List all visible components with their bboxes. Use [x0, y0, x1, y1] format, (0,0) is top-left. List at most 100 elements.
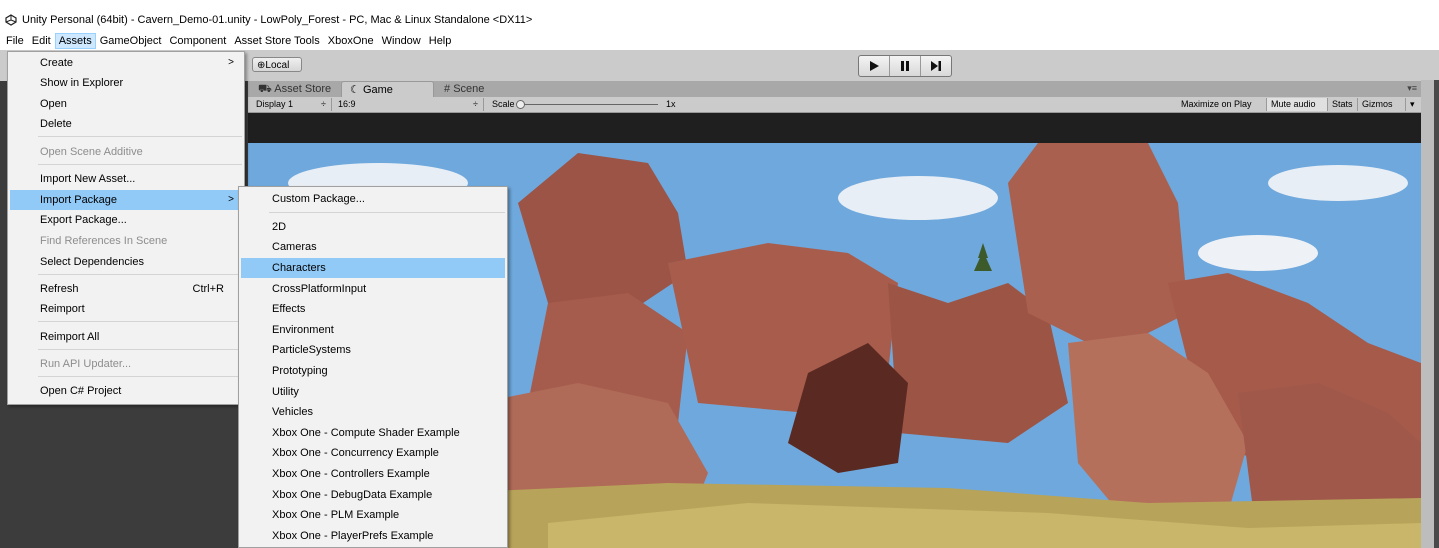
menu-item-utility[interactable]: Utility — [241, 382, 505, 402]
menu-item-label: Xbox One - Compute Shader Example — [272, 427, 460, 439]
menu-item-label: ParticleSystems — [272, 344, 351, 356]
menu-component[interactable]: Component — [165, 33, 230, 49]
display-dropdown[interactable]: Display 1 ÷ — [252, 98, 332, 111]
menu-item-xbox-plm[interactable]: Xbox One - PLM Example — [241, 505, 505, 525]
play-icon — [870, 61, 879, 71]
display-value: Display 1 — [256, 99, 294, 109]
menu-item-label: Xbox One - DebugData Example — [272, 489, 433, 501]
menu-bar: File Edit Assets GameObject Component As… — [0, 32, 1439, 50]
menu-item-import-package[interactable]: Import Package > — [10, 190, 242, 210]
play-button[interactable] — [859, 56, 890, 76]
menu-item-reimport[interactable]: Reimport — [10, 299, 242, 319]
step-icon — [931, 61, 941, 71]
window-title: Unity Personal (64bit) - Cavern_Demo-01.… — [22, 14, 533, 26]
menu-separator — [269, 212, 505, 213]
submenu-arrow-icon: > — [228, 57, 234, 68]
shortcut-label: Ctrl+R — [192, 283, 224, 295]
menu-item-xbox-compute-shader[interactable]: Xbox One - Compute Shader Example — [241, 423, 505, 443]
menu-item-xbox-debugdata[interactable]: Xbox One - DebugData Example — [241, 485, 505, 505]
local-toggle-button[interactable]: ⊕Local — [252, 57, 302, 72]
menu-item-label: 2D — [272, 221, 287, 233]
menu-item-label: Environment — [272, 324, 334, 336]
menu-item-xbox-playerprefs[interactable]: Xbox One - PlayerPrefs Example — [241, 526, 505, 546]
gizmos-dropdown-icon[interactable]: ▾ — [1406, 98, 1418, 111]
menu-item-prototyping[interactable]: Prototyping — [241, 361, 505, 381]
menu-item-crossplatforminput[interactable]: CrossPlatformInput — [241, 279, 505, 299]
menu-item-label: Refresh — [40, 283, 79, 295]
menu-item-label: Xbox One - Concurrency Example — [272, 447, 439, 459]
playback-controls — [858, 55, 952, 77]
menu-item-label: Xbox One - PLM Example — [272, 509, 400, 521]
menu-item-label: Open Scene Additive — [40, 146, 143, 158]
tab-asset-store[interactable]: ⛟ Asset Store — [250, 81, 342, 97]
menu-item-import-new-asset[interactable]: Import New Asset... — [10, 169, 242, 189]
menu-item-delete[interactable]: Delete — [10, 114, 242, 134]
menu-item-label: Create — [40, 57, 74, 69]
menu-item-label: Utility — [272, 386, 299, 398]
menu-item-label: Run API Updater... — [40, 358, 132, 370]
menu-item-particlesystems[interactable]: ParticleSystems — [241, 340, 505, 360]
menu-item-custom-package[interactable]: Custom Package... — [241, 189, 505, 209]
menu-help[interactable]: Help — [425, 33, 456, 49]
menu-item-export-package[interactable]: Export Package... — [10, 210, 242, 230]
menu-window[interactable]: Window — [378, 33, 425, 49]
menu-item-find-references: Find References In Scene — [10, 231, 242, 251]
menu-item-label: Prototyping — [272, 365, 328, 377]
maximize-on-play-toggle[interactable]: Maximize on Play — [1177, 98, 1267, 111]
menu-item-label: Show in Explorer — [40, 77, 124, 89]
menu-assets[interactable]: Assets — [54, 33, 96, 49]
menu-edit[interactable]: Edit — [28, 33, 55, 49]
menu-item-vehicles[interactable]: Vehicles — [241, 402, 505, 422]
menu-item-refresh[interactable]: Refresh Ctrl+R — [10, 279, 242, 299]
menu-asset-store-tools[interactable]: Asset Store Tools — [230, 33, 323, 49]
menu-item-label: Find References In Scene — [40, 235, 168, 247]
cart-icon: ⛟ — [258, 83, 272, 95]
step-button[interactable] — [921, 56, 951, 76]
menu-item-label: CrossPlatformInput — [272, 283, 367, 295]
menu-item-effects[interactable]: Effects — [241, 299, 505, 319]
menu-item-open[interactable]: Open — [10, 94, 242, 114]
menu-item-open-csharp-project[interactable]: Open C# Project — [10, 381, 242, 401]
scale-value: 1x — [666, 99, 676, 109]
import-package-submenu: Custom Package... 2D Cameras Characters … — [238, 186, 508, 548]
gizmos-toggle[interactable]: Gizmos — [1358, 98, 1406, 111]
menu-item-2d[interactable]: 2D — [241, 217, 505, 237]
menu-item-label: Cameras — [272, 241, 317, 253]
menu-item-environment[interactable]: Environment — [241, 320, 505, 340]
local-label: Local — [265, 60, 290, 71]
menu-item-reimport-all[interactable]: Reimport All — [10, 327, 242, 347]
menu-item-xbox-controllers[interactable]: Xbox One - Controllers Example — [241, 464, 505, 484]
scale-slider-handle[interactable] — [516, 100, 525, 109]
scene-grid-icon: # — [444, 83, 451, 95]
right-panel-edge — [1434, 80, 1439, 548]
aspect-dropdown[interactable]: 16:9 ÷ — [334, 98, 484, 111]
menu-item-create[interactable]: Create > — [10, 53, 242, 73]
scale-slider-track[interactable] — [518, 104, 658, 105]
tab-options-icon[interactable]: ▾≡ — [1407, 83, 1417, 94]
stats-toggle[interactable]: Stats — [1328, 98, 1358, 111]
title-bar: Unity Personal (64bit) - Cavern_Demo-01.… — [0, 0, 1439, 32]
pause-icon — [901, 61, 909, 71]
menu-gameobject[interactable]: GameObject — [96, 33, 166, 49]
menu-item-characters[interactable]: Characters — [241, 258, 505, 278]
menu-item-label: Open — [40, 98, 67, 110]
menu-item-xbox-concurrency[interactable]: Xbox One - Concurrency Example — [241, 443, 505, 463]
menu-xboxone[interactable]: XboxOne — [324, 33, 378, 49]
menu-item-show-in-explorer[interactable]: Show in Explorer — [10, 73, 242, 93]
tab-scene-label: Scene — [453, 83, 485, 95]
menu-file[interactable]: File — [2, 33, 28, 49]
tab-asset-store-label: Asset Store — [274, 83, 332, 95]
menu-separator — [38, 274, 242, 275]
aspect-value: 16:9 — [338, 99, 356, 109]
menu-item-run-api-updater: Run API Updater... — [10, 354, 242, 374]
mute-audio-toggle[interactable]: Mute audio — [1267, 98, 1328, 111]
tab-game-label: Game — [362, 84, 393, 96]
menu-item-open-scene-additive: Open Scene Additive — [10, 142, 242, 162]
tab-game[interactable]: ☾ Game — [341, 81, 434, 97]
menu-item-cameras[interactable]: Cameras — [241, 237, 505, 257]
pause-button[interactable] — [890, 56, 921, 76]
menu-item-label: Characters — [272, 262, 326, 274]
menu-item-label: Reimport All — [40, 331, 100, 343]
menu-item-select-dependencies[interactable]: Select Dependencies — [10, 252, 242, 272]
tab-scene[interactable]: # Scene — [436, 81, 528, 97]
